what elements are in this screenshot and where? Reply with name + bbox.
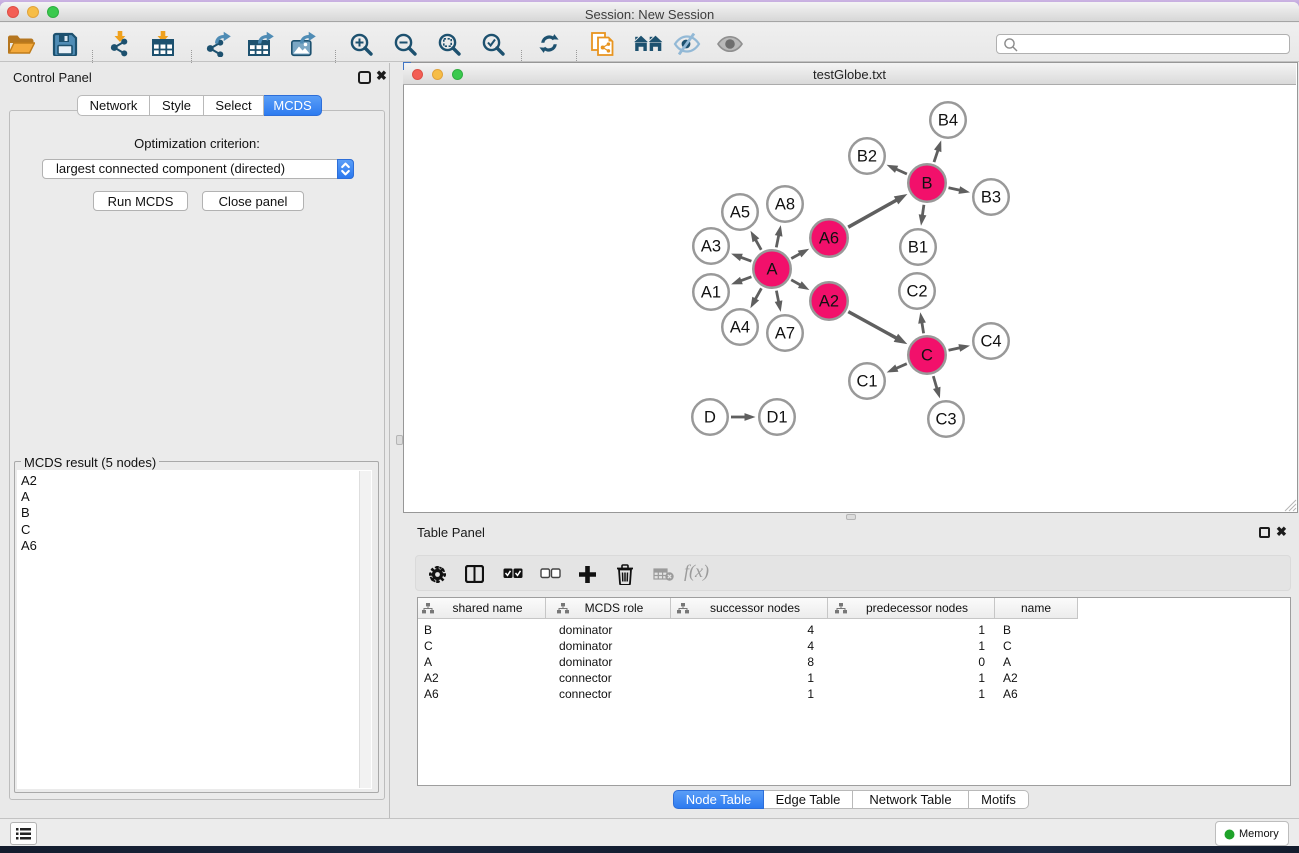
svg-text:A7: A7 [775, 325, 795, 343]
svg-text:C1: C1 [856, 373, 877, 391]
svg-text:A5: A5 [730, 204, 750, 222]
svg-text:A6: A6 [819, 230, 839, 248]
svg-text:C4: C4 [980, 333, 1001, 351]
svg-text:A3: A3 [701, 238, 721, 256]
svg-text:C2: C2 [906, 283, 927, 301]
svg-text:D1: D1 [766, 409, 787, 427]
svg-text:B4: B4 [938, 112, 958, 130]
svg-text:A: A [766, 261, 777, 279]
svg-text:B2: B2 [857, 148, 877, 166]
svg-text:C: C [921, 347, 933, 365]
svg-text:C3: C3 [935, 411, 956, 429]
svg-text:A4: A4 [730, 319, 750, 337]
svg-text:B: B [921, 175, 932, 193]
svg-text:B3: B3 [981, 189, 1001, 207]
svg-text:A2: A2 [819, 293, 839, 311]
svg-text:A8: A8 [775, 196, 795, 214]
svg-text:A1: A1 [701, 284, 721, 302]
svg-text:D: D [704, 409, 716, 427]
svg-text:B1: B1 [908, 239, 928, 257]
